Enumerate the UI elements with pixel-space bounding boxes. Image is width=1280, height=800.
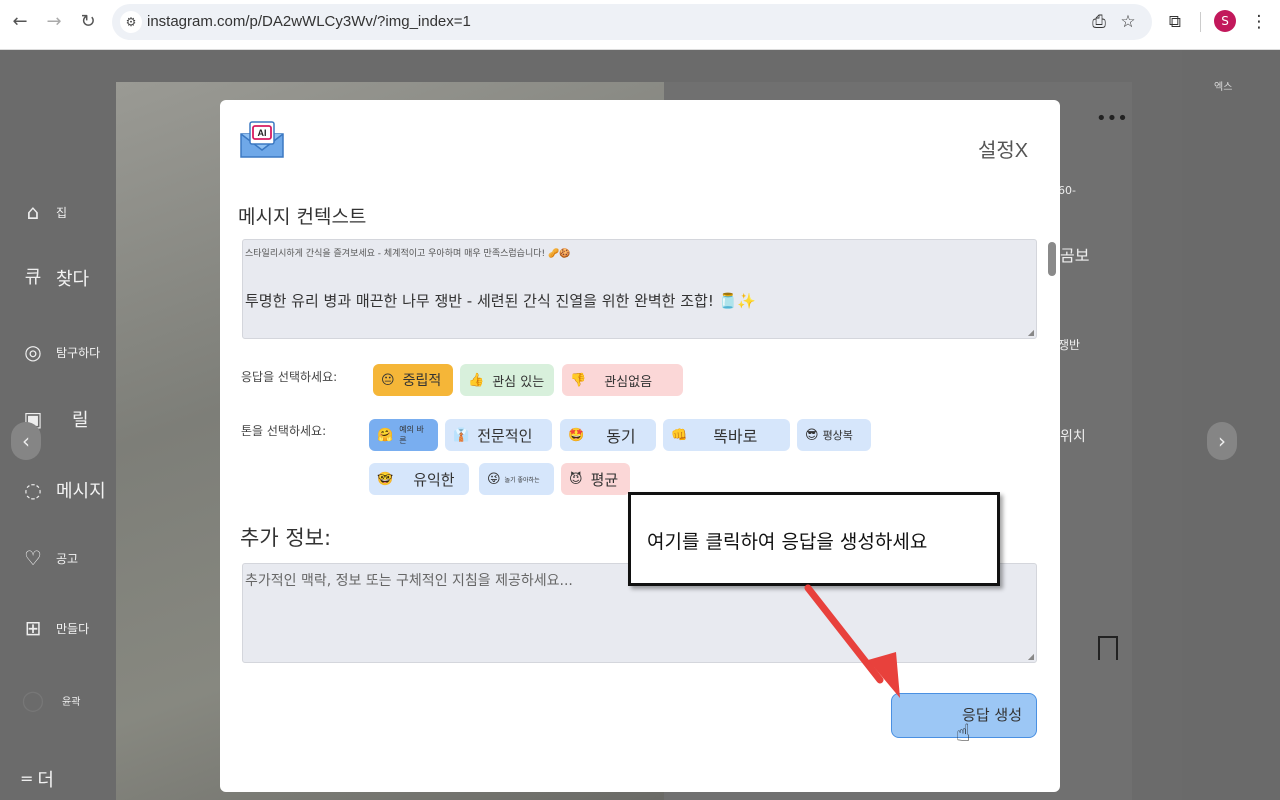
context-text-line: 투명한 유리 병과 매끈한 나무 쟁반 - 세련된 간식 진열을 위한 완벽한 … [245,292,756,310]
devil-face-icon: 😈 [569,471,583,487]
sidebar-item-label: 찾다 [56,269,90,290]
sidebar-item-create[interactable]: ⊞ 만들다 [20,613,90,643]
plus-square-icon: ⊞ [24,616,42,640]
messenger-icon: ◌ [24,478,42,502]
settings-close-button[interactable]: 설정X [978,134,1028,163]
post-text-fragment: 쟁반 [1058,338,1081,352]
post-text-fragment: 위치 [1060,429,1086,445]
profile-avatar[interactable]: S [1214,10,1236,32]
chip-label: 전문적인 [477,426,533,445]
sidebar-item-label: 릴 [72,410,89,431]
sidebar-item-search[interactable]: 큐 찾다 [20,263,89,293]
profile-icon: ◯ [21,688,45,712]
response-option-neutral[interactable]: 😐 중립적 [373,364,453,396]
compass-icon: ◎ [24,340,42,364]
tone-option-playful[interactable]: 😜 놀기 좋아하는 [479,463,554,495]
browser-toolbar: ← → ↻ ⚙ instagram.com/p/DA2wWLCy3Wv/?img… [0,0,1280,50]
sidebar-item-label: 윤곽 [62,696,81,708]
install-app-icon[interactable]: ⎙ [1086,9,1112,35]
scrollbar-thumb[interactable] [1048,242,1056,276]
tone-option-informative[interactable]: 🤓 유익한 [369,463,469,495]
menu-icon: = [20,769,34,788]
fist-bump-icon: 👊 [671,427,688,443]
hand-cursor-icon: ☝ [956,719,971,747]
tutorial-callout: 여기를 클릭하여 응답을 생성하세요 [628,492,1000,586]
sidebar-item-explore[interactable]: ◎ 탐구하다 [20,337,100,367]
back-icon[interactable]: ← [6,8,34,36]
chip-label: 똑바로 [713,427,758,446]
svg-text:AI: AI [258,128,267,138]
close-label[interactable]: 엑스 [1214,78,1232,93]
save-post-icon[interactable] [1098,636,1118,660]
carousel-prev-button[interactable]: ‹ [11,422,41,460]
necktie-icon: 👔 [453,427,470,443]
heart-icon: ♡ [24,546,42,570]
callout-text: 여기를 클릭하여 응답을 생성하세요 [647,531,928,553]
reload-icon[interactable]: ↻ [74,8,102,36]
browser-menu-icon[interactable]: ⋮ [1246,9,1272,35]
url-text[interactable]: instagram.com/p/DA2wWLCy3Wv/?img_index=1 [147,13,471,30]
sidebar-item-label: 공고 [56,551,79,566]
search-icon: 큐 [24,267,42,288]
thumbs-up-icon: 👍 [468,372,485,388]
neutral-face-icon: 😐 [381,372,395,388]
sidebar-item-label: 메시지 [56,481,106,502]
chip-label: 유익한 [413,470,455,489]
sidebar-item-label: 탐구하다 [56,345,101,360]
chip-label: 관심없음 [604,374,653,390]
sidebar-item-label: 만들다 [56,621,90,636]
home-icon: ⌂ [26,200,40,224]
tone-option-polite[interactable]: 🤗 예의 바른 [369,419,438,451]
address-bar[interactable]: ⚙ instagram.com/p/DA2wWLCy3Wv/?img_index… [112,4,1152,40]
toolbar-divider [1200,12,1201,32]
response-option-interested[interactable]: 👍 관심 있는 [460,364,554,396]
tone-option-motivational[interactable]: 🤩 동기 [560,419,656,451]
chip-label: 예의 바른 [399,425,424,445]
star-struck-icon: 🤩 [568,427,585,443]
tone-option-professional[interactable]: 👔 전문적인 [445,419,552,451]
chip-label: 평상복 [822,429,853,442]
post-text-fragment: 곰보 [1060,246,1090,265]
response-option-not-interested[interactable]: 👎 관심없음 [562,364,683,396]
sidebar-item-label: 집 [56,205,68,220]
sidebar-item-label: 더 [37,770,54,791]
message-context-textarea[interactable]: 스타일리시하게 간식을 즐겨보세요 - 체계적이고 우아하며 매우 만족스럽습니… [242,239,1056,339]
extensions-icon[interactable]: ⧉ [1162,9,1188,35]
sidebar-item-home[interactable]: ⌂ 집 [20,197,67,227]
resize-handle-icon[interactable]: ◢ [1028,652,1034,661]
context-text-line: 스타일리시하게 간식을 즐겨보세요 - 체계적이고 우아하며 매우 만족스럽습니… [245,249,571,259]
nerd-face-icon: 🤓 [377,471,394,487]
chip-label: 놀기 좋아하는 [504,476,540,484]
bookmark-star-icon[interactable]: ☆ [1115,9,1141,35]
sunglasses-face-icon: 😎 [805,427,819,443]
forward-icon[interactable]: → [40,8,68,36]
chip-label: 평균 [590,470,619,489]
more-options-icon[interactable]: ••• [1096,108,1128,129]
tone-select-label: 톤을 선택하세요: [241,424,327,438]
site-info-icon[interactable]: ⚙ [120,11,142,33]
tone-option-average[interactable]: 😈 평균 [561,463,630,495]
sidebar-item-messages[interactable]: ◌ 메시지 [20,475,106,505]
sidebar-item-profile[interactable]: ◯ 윤곽 [20,685,81,715]
chip-label: 동기 [606,427,636,446]
context-title: 메시지 컨텍스트 [238,206,367,228]
hugging-face-icon: 🤗 [377,427,394,443]
ai-reply-modal: AI 설정X 메시지 컨텍스트 스타일리시하게 간식을 즐겨보세요 - 체계적이… [220,100,1060,792]
tone-option-casual[interactable]: 😎 평상복 [797,419,871,451]
ai-mail-logo-icon: AI [240,121,284,158]
winking-tongue-face-icon: 😜 [487,471,501,487]
extra-info-title: 추가 정보: [240,526,332,550]
carousel-next-button[interactable]: › [1207,422,1237,460]
tone-option-direct[interactable]: 👊 똑바로 [663,419,790,451]
chip-label: 중립적 [402,373,442,389]
sidebar-item-notifications[interactable]: ♡ 공고 [20,543,78,573]
extra-info-placeholder: 추가적인 맥락, 정보 또는 구체적인 지침을 제공하세요... [245,573,573,589]
thumbs-down-icon: 👎 [570,372,587,388]
chip-label: 관심 있는 [492,374,545,390]
response-select-label: 응답을 선택하세요: [241,370,338,384]
resize-handle-icon[interactable]: ◢ [1028,328,1034,337]
post-text-fragment: 60- [1058,184,1076,197]
sidebar-item-more[interactable]: = 더 [20,764,54,794]
